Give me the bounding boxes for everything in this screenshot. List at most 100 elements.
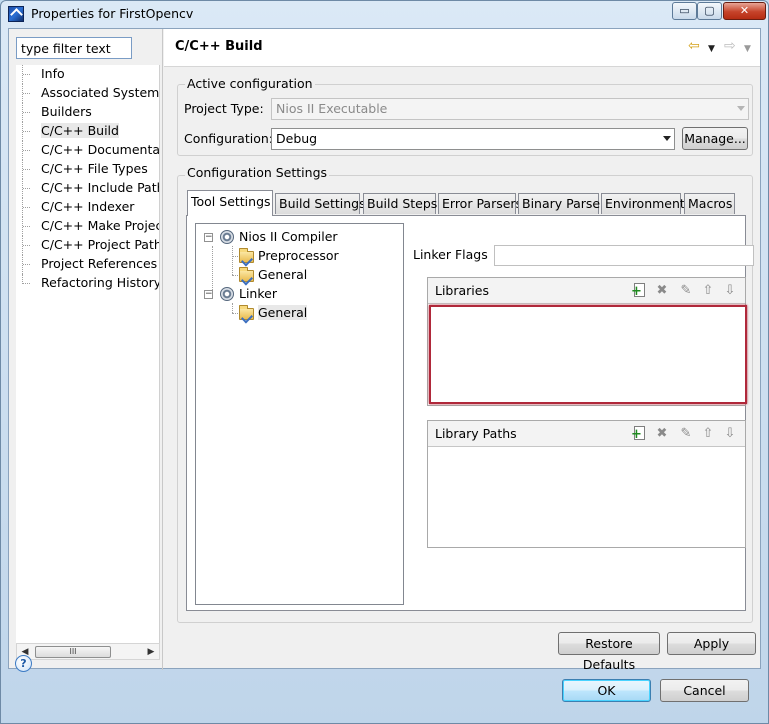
maximize-button[interactable]: ▢ (697, 2, 722, 20)
tree-node-label: Nios II Compiler (239, 229, 338, 244)
libraries-list[interactable] (429, 305, 747, 404)
restore-defaults-button[interactable]: Restore Defaults (558, 632, 660, 672)
tab-label: Build Steps (367, 196, 438, 211)
apply-button[interactable]: Apply (667, 632, 756, 655)
nav-item-label: C/C++ Project Paths (41, 237, 160, 252)
help-icon[interactable]: ? (15, 655, 32, 672)
tab-binary-parser[interactable]: Binary Parser (518, 193, 605, 214)
properties-dialog: Properties for FirstOpencv ▭ ▢ ✕ Info As… (0, 0, 769, 724)
libraries-label: Libraries (435, 283, 489, 298)
delete-library-icon[interactable]: ✖ (654, 282, 670, 299)
tool-gear-icon (220, 230, 234, 244)
back-history-dropdown-icon[interactable]: ▼ (708, 42, 715, 56)
nav-item-label: C/C++ Documentatio (41, 142, 160, 157)
move-up-icon[interactable]: ⇧ (700, 425, 716, 442)
tab-tool-settings[interactable]: Tool Settings (187, 190, 273, 216)
nav-item-label: Project References (41, 256, 158, 271)
configuration-settings-label: Configuration Settings (185, 165, 330, 180)
project-type-value: Nios II Executable (276, 101, 388, 116)
nav-item-label: Associated System Lib (41, 85, 160, 100)
nav-item-label: C/C++ File Types (41, 161, 148, 176)
app-icon (8, 6, 24, 22)
title-bar: Properties for FirstOpencv ▭ ▢ ✕ (1, 1, 768, 27)
tab-environment[interactable]: Environment (601, 193, 685, 214)
edit-library-icon[interactable]: ✎ (678, 282, 694, 299)
minimize-icon: ▭ (679, 4, 690, 17)
project-type-select: Nios II Executable (271, 98, 749, 120)
tree-node-compiler-general[interactable]: General (196, 266, 396, 285)
filter-input[interactable] (16, 37, 132, 59)
configuration-label: Configuration: (184, 131, 273, 146)
tab-label: Binary Parser (522, 196, 606, 211)
library-paths-list[interactable] (428, 448, 745, 547)
add-library-path-button[interactable]: + (631, 425, 648, 442)
window-title: Properties for FirstOpencv (31, 6, 194, 21)
move-down-icon[interactable]: ⇩ (722, 282, 738, 299)
linker-flags-input[interactable] (494, 245, 754, 266)
close-icon: ✕ (739, 4, 750, 17)
tree-node-label: Linker (239, 286, 277, 301)
tab-build-steps[interactable]: Build Steps (363, 193, 438, 214)
tool-gear-icon (220, 287, 234, 301)
chevron-down-icon (737, 106, 745, 111)
option-folder-icon (239, 305, 254, 320)
tree-node-preprocessor[interactable]: Preprocessor (196, 247, 396, 266)
ok-button[interactable]: OK (562, 679, 651, 702)
tree-node-linker[interactable]: − Linker (196, 285, 396, 304)
close-button[interactable]: ✕ (723, 2, 766, 20)
tab-error-parsers[interactable]: Error Parsers (438, 193, 522, 214)
nav-item-label: Info (41, 66, 65, 81)
tree-node-label: General (258, 267, 308, 282)
configuration-select[interactable]: Debug (271, 128, 675, 150)
tree-node-label: Preprocessor (258, 248, 339, 263)
nav-item-label: C/C++ Build (41, 123, 119, 138)
tab-label: Tool Settings (191, 194, 271, 209)
pane-splitter[interactable] (162, 29, 163, 670)
chevron-down-icon (663, 136, 671, 141)
nav-item-label: Builders (41, 104, 92, 119)
property-page-tree: Info Associated System Lib Builders C/C+… (16, 65, 160, 645)
tab-label: Environment (605, 196, 685, 211)
nav-item-label: C/C++ Include Paths (41, 180, 160, 195)
maximize-icon: ▢ (704, 4, 715, 17)
collapse-icon[interactable]: − (204, 233, 213, 242)
back-arrow-icon[interactable]: ⇦ (688, 39, 700, 53)
move-up-icon[interactable]: ⇧ (700, 282, 716, 299)
nav-horizontal-scrollbar[interactable]: ◀ III ▶ (16, 643, 160, 660)
tab-macros[interactable]: Macros (684, 193, 735, 214)
tool-settings-panel: − Nios II Compiler Preprocessor General … (186, 215, 754, 611)
edit-path-icon[interactable]: ✎ (678, 425, 694, 442)
tree-node-nios-compiler[interactable]: − Nios II Compiler (196, 228, 396, 247)
libraries-header: Libraries + ✖ ✎ ⇧ ⇩ (428, 278, 745, 304)
minimize-button[interactable]: ▭ (672, 2, 697, 20)
configuration-value: Debug (276, 131, 318, 146)
delete-path-icon[interactable]: ✖ (654, 425, 670, 442)
dialog-client-area: Info Associated System Lib Builders C/C+… (8, 28, 761, 672)
library-paths-header: Library Paths + ✖ ✎ ⇧ ⇩ (428, 421, 745, 447)
option-folder-icon (239, 267, 254, 282)
forward-arrow-icon[interactable]: ⇨ (724, 39, 736, 53)
tool-tree: − Nios II Compiler Preprocessor General … (195, 223, 404, 605)
option-folder-icon (239, 248, 254, 263)
cancel-button[interactable]: Cancel (660, 679, 749, 702)
scroll-right-icon[interactable]: ▶ (144, 645, 158, 659)
tab-label: Macros (688, 196, 733, 211)
tab-label: Build Settings (279, 196, 366, 211)
tab-build-settings[interactable]: Build Settings (275, 193, 366, 214)
move-down-icon[interactable]: ⇩ (722, 425, 738, 442)
add-library-button[interactable]: + (631, 282, 648, 299)
nav-item-label: Refactoring History (41, 275, 160, 290)
collapse-icon[interactable]: − (204, 290, 213, 299)
tree-node-linker-general[interactable]: General (196, 304, 396, 323)
library-paths-label: Library Paths (435, 426, 517, 441)
project-type-label: Project Type: (184, 101, 264, 116)
scroll-thumb[interactable]: III (35, 646, 111, 658)
forward-history-dropdown-icon[interactable]: ▼ (744, 42, 751, 56)
active-configuration-label: Active configuration (185, 76, 315, 91)
manage-configurations-button[interactable]: Manage... (682, 127, 748, 150)
nav-item-label: C/C++ Indexer (41, 199, 135, 214)
nav-item-label: C/C++ Make Project (41, 218, 160, 233)
page-header: C/C++ Build ⇦ ▼ ⇨ ▼ (164, 29, 760, 67)
page-title: C/C++ Build (175, 39, 263, 54)
library-paths-panel: Library Paths + ✖ ✎ ⇧ ⇩ (427, 420, 746, 548)
